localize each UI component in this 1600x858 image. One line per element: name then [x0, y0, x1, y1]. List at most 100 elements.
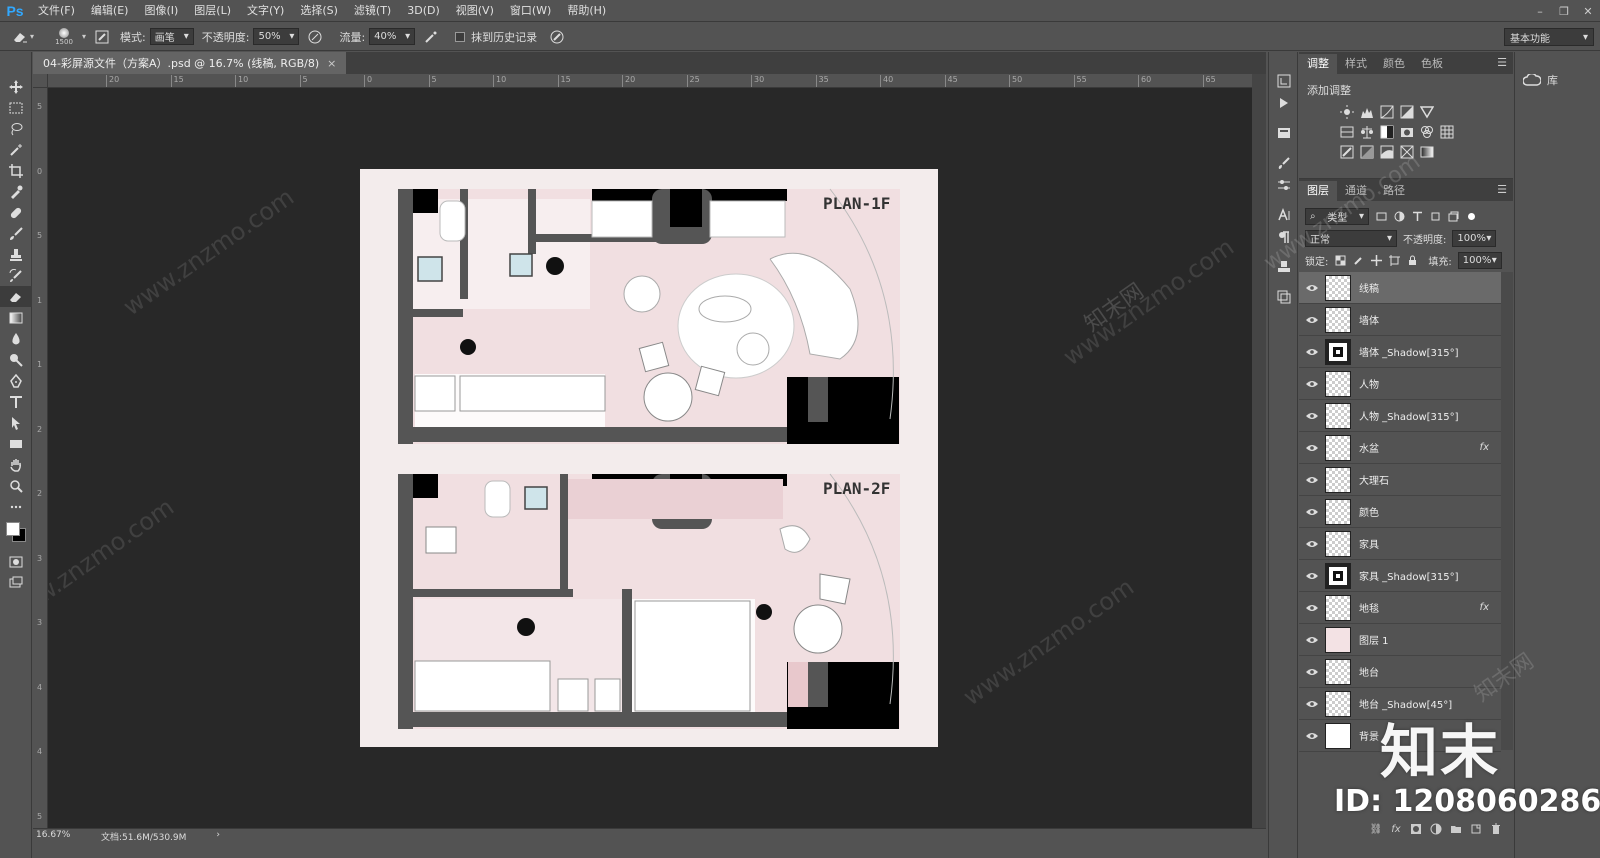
filter-type-icon[interactable] — [1411, 210, 1423, 222]
menu-file[interactable]: 文件(F) — [30, 0, 83, 22]
layer-row[interactable]: 颜色 — [1299, 496, 1501, 528]
workspace-select[interactable]: 基本功能 ▾ — [1504, 28, 1594, 46]
layer-row[interactable]: 人物 — [1299, 368, 1501, 400]
lock-artboard-icon[interactable] — [1388, 254, 1400, 266]
filter-pixel-icon[interactable] — [1375, 210, 1387, 222]
gradient-map-icon[interactable] — [1419, 144, 1435, 160]
visibility-eye-icon[interactable] — [1299, 284, 1325, 292]
lock-transparency-icon[interactable] — [1334, 254, 1346, 266]
visibility-eye-icon[interactable] — [1299, 700, 1325, 708]
visibility-eye-icon[interactable] — [1299, 444, 1325, 452]
layer-effects-icon[interactable]: fx — [1480, 442, 1489, 453]
zoom-tool[interactable] — [0, 475, 32, 496]
path-selection-tool[interactable] — [0, 412, 32, 433]
rectangle-tool[interactable] — [0, 433, 32, 454]
layer-name[interactable]: 地台 — [1359, 664, 1379, 679]
libraries-tab[interactable]: 库 — [1515, 52, 1600, 88]
layer-thumbnail[interactable] — [1325, 338, 1351, 365]
channel-mixer-icon[interactable] — [1419, 124, 1435, 140]
color-swatches[interactable] — [0, 517, 32, 551]
mode-select[interactable]: 画笔 ▾ — [149, 28, 194, 45]
panel-menu-icon[interactable]: ☰ — [1497, 183, 1507, 196]
color-balance-icon[interactable] — [1359, 124, 1375, 140]
layer-row[interactable]: 水盆 fx — [1299, 432, 1501, 464]
visibility-eye-icon[interactable] — [1299, 668, 1325, 676]
layer-name[interactable]: 背景 — [1359, 728, 1379, 743]
document-tab[interactable]: 04-彩屏源文件（方案A）.psd @ 16.7% (线稿, RGB/8) × — [33, 52, 347, 74]
layer-name[interactable]: 家具 — [1359, 536, 1379, 551]
gradient-tool[interactable] — [0, 307, 32, 328]
flow-field[interactable]: 40% ▾ — [369, 28, 416, 45]
lasso-tool[interactable] — [0, 118, 32, 139]
properties-panel-button[interactable] — [1269, 122, 1299, 144]
visibility-eye-icon[interactable] — [1299, 316, 1325, 324]
dodge-tool[interactable] — [0, 349, 32, 370]
history-brush-tool[interactable] — [0, 265, 32, 286]
exposure-icon[interactable] — [1399, 104, 1415, 120]
layer-name[interactable]: 家具 _Shadow[315°] — [1359, 568, 1459, 583]
layer-thumbnail[interactable] — [1325, 722, 1351, 749]
menu-view[interactable]: 视图(V) — [448, 0, 502, 22]
tab-layers[interactable]: 图层 — [1299, 181, 1337, 201]
panel-menu-icon[interactable]: ☰ — [1497, 56, 1507, 69]
pressure-size-toggle[interactable] — [547, 27, 567, 47]
threshold-icon[interactable] — [1379, 144, 1395, 160]
ruler-origin[interactable] — [33, 74, 48, 88]
eraser-tool[interactable] — [0, 286, 32, 307]
status-menu-arrow[interactable]: › — [216, 830, 220, 840]
type-tool[interactable] — [0, 391, 32, 412]
link-layers-icon[interactable]: ⛓ — [1369, 822, 1383, 836]
close-window-button[interactable]: ✕ — [1576, 0, 1600, 22]
layer-thumbnail[interactable] — [1325, 658, 1351, 685]
posterize-icon[interactable] — [1359, 144, 1375, 160]
visibility-eye-icon[interactable] — [1299, 540, 1325, 548]
healing-brush-tool[interactable] — [0, 202, 32, 223]
menu-image[interactable]: 图像(I) — [136, 0, 186, 22]
levels-icon[interactable] — [1359, 104, 1375, 120]
layer-thumbnail[interactable] — [1325, 690, 1351, 717]
menu-filter[interactable]: 滤镜(T) — [346, 0, 399, 22]
delete-layer-trash-icon[interactable] — [1489, 822, 1503, 836]
layer-row[interactable]: 家具 _Shadow[315°] — [1299, 560, 1501, 592]
tab-color[interactable]: 颜色 — [1375, 54, 1413, 74]
floor-plan-artboard[interactable]: PLAN-1F PLAN-2F — [360, 169, 938, 747]
layer-row[interactable]: 地毯 fx — [1299, 592, 1501, 624]
vertical-ruler[interactable]: 5 0 5 1 1 2 2 3 3 4 4 5 — [33, 88, 48, 828]
blur-tool[interactable] — [0, 328, 32, 349]
visibility-eye-icon[interactable] — [1299, 476, 1325, 484]
canvas-area[interactable]: www.znzmo.com www.znzmo.com www.znzmo.co… — [48, 88, 1252, 828]
visibility-eye-icon[interactable] — [1299, 572, 1325, 580]
actions-panel-button[interactable] — [1269, 92, 1299, 114]
photo-filter-icon[interactable] — [1399, 124, 1415, 140]
filter-adjustment-icon[interactable] — [1393, 210, 1405, 222]
black-white-icon[interactable] — [1379, 124, 1395, 140]
layer-name[interactable]: 线稿 — [1359, 280, 1379, 295]
visibility-eye-icon[interactable] — [1299, 412, 1325, 420]
layer-name[interactable]: 大理石 — [1359, 472, 1389, 487]
layer-style-fx-icon[interactable]: fx — [1389, 822, 1403, 836]
close-tab-icon[interactable]: × — [327, 57, 336, 70]
fill-field[interactable]: 100% ▾ — [1457, 251, 1502, 269]
layer-thumbnail[interactable] — [1325, 498, 1351, 525]
layer-thumbnail[interactable] — [1325, 466, 1351, 493]
layer-thumbnail[interactable] — [1325, 594, 1351, 621]
magic-wand-tool[interactable] — [0, 139, 32, 160]
layer-thumbnail[interactable] — [1325, 370, 1351, 397]
restore-button[interactable]: ❐ — [1552, 0, 1576, 22]
layer-row[interactable]: 人物 _Shadow[315°] — [1299, 400, 1501, 432]
filter-toggle-icon[interactable] — [1465, 210, 1477, 222]
screen-mode-button[interactable] — [0, 572, 32, 593]
filter-shape-icon[interactable] — [1429, 210, 1441, 222]
lock-all-icon[interactable] — [1406, 254, 1418, 266]
layer-opacity-field[interactable]: 100% ▾ — [1452, 229, 1497, 247]
layer-row[interactable]: 图层 1 — [1299, 624, 1501, 656]
horizontal-ruler[interactable]: 20 15 10 5 0 5 10 15 20 25 30 35 40 45 50 55 60 65 — [48, 74, 1252, 88]
quick-mask-button[interactable] — [0, 551, 32, 572]
layer-name[interactable]: 图层 1 — [1359, 632, 1389, 647]
layer-effects-icon[interactable]: fx — [1480, 602, 1489, 613]
layer-name[interactable]: 墙体 _Shadow[315°] — [1359, 344, 1459, 359]
layer-row[interactable]: 墙体 — [1299, 304, 1501, 336]
curves-icon[interactable] — [1379, 104, 1395, 120]
layer-thumbnail[interactable] — [1325, 274, 1351, 301]
visibility-eye-icon[interactable] — [1299, 636, 1325, 644]
